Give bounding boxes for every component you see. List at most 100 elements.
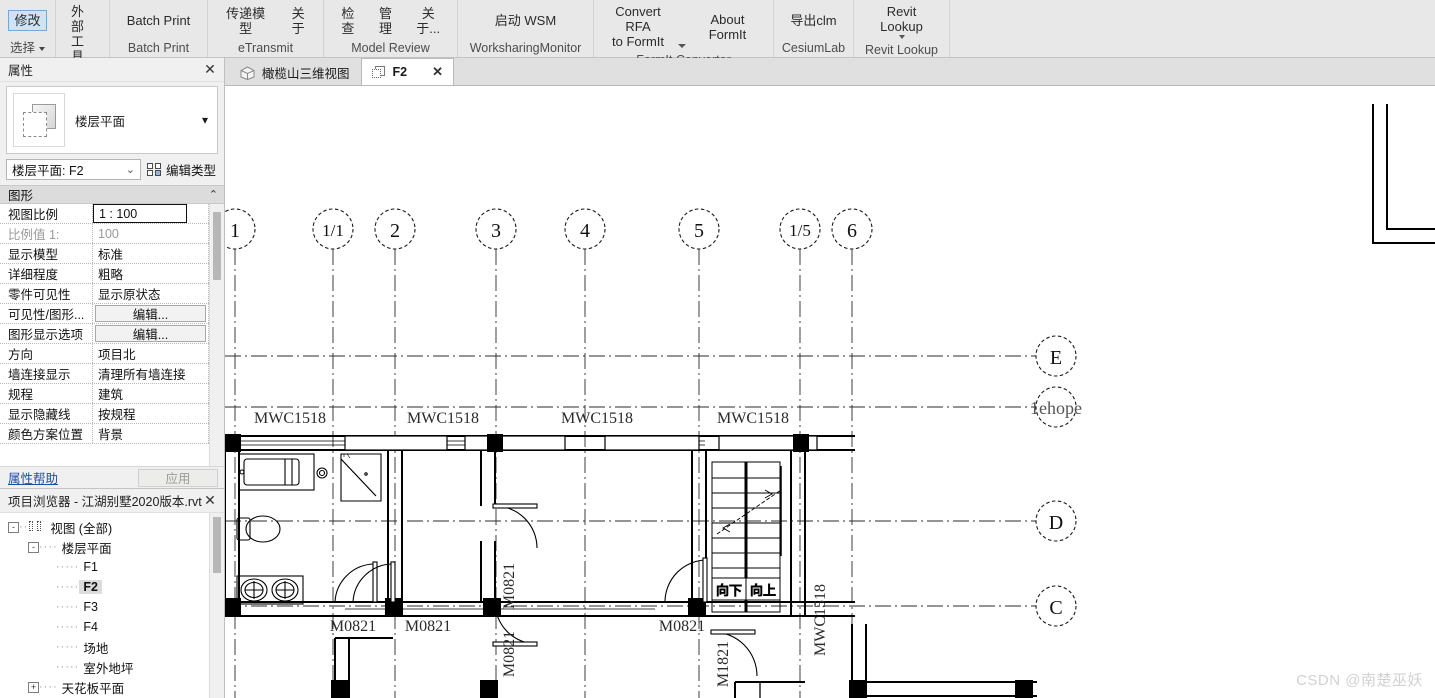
view-tab-3d[interactable]: 橄榄山三维视图 (229, 59, 361, 85)
modify-button[interactable]: 修改 (8, 10, 47, 31)
chevron-down-icon[interactable] (898, 35, 905, 39)
property-value-visibility-graphics[interactable]: 编辑... (93, 304, 209, 323)
close-icon[interactable]: ✕ (202, 492, 218, 509)
property-value-display-model[interactable]: 标准 (93, 244, 209, 263)
properties-help-link[interactable]: 属性帮助 (8, 468, 58, 487)
collapse-toggle-icon[interactable]: - (8, 521, 19, 533)
drawing-canvas[interactable]: 1 1/1 2 3 4 5 1/5 6 E 1ehope D C 向下 向上 M… (225, 86, 1435, 698)
ribbon-panel-etransmit: 传递模型 关于 eTransmit (208, 0, 324, 57)
convert-rfa-to-formit-button[interactable]: Convert RFA to FormIt (600, 1, 676, 52)
grid-bubble-4[interactable]: 4 (564, 208, 606, 250)
window-tag-mwc1518[interactable]: MWC1518 (717, 410, 789, 427)
grid-bubble-C[interactable]: C (1035, 585, 1077, 627)
view-tab-f2[interactable]: F2 ✕ (360, 58, 455, 85)
property-value-graphic-display-options[interactable]: 编辑... (93, 324, 209, 343)
tree-node-f2[interactable]: ····· F2 (0, 577, 209, 597)
collapse-toggle-icon[interactable]: - (28, 541, 39, 553)
grid-bubble-2[interactable]: 2 (374, 208, 416, 250)
door-tag-m0821[interactable]: M0821 (330, 618, 376, 635)
grid-bubble-1-5[interactable]: 1/5 (779, 208, 821, 250)
model-review-manage-label: 管理 (379, 5, 393, 36)
model-review-check-label: 检查 (341, 5, 355, 36)
structural-columns (225, 434, 1033, 698)
tree-node-f4[interactable]: ····· F4 (0, 617, 209, 637)
type-selector[interactable]: 楼层平面 ▾ (6, 86, 218, 154)
svg-text:D: D (1049, 512, 1063, 534)
door-tag-m0821-vertical[interactable]: M0821 (501, 563, 518, 609)
etransmit-about-button[interactable]: 关于 (279, 3, 317, 39)
chevron-down-icon[interactable] (677, 44, 686, 48)
panel-dropdown-caret-icon[interactable] (39, 46, 45, 51)
property-value-show-hidden-lines[interactable]: 按规程 (93, 404, 209, 423)
window-tag-mwc1518[interactable]: MWC1518 (561, 410, 633, 427)
model-review-manage-button[interactable]: 管理 (368, 3, 404, 39)
ribbon-panel-formit-converter: Convert RFA to FormIt About FormIt FormI… (594, 0, 774, 67)
revit-lookup-button[interactable]: Revit Lookup (860, 1, 943, 42)
batch-print-button[interactable]: Batch Print (121, 10, 197, 31)
transmit-model-button[interactable]: 传递模型 (214, 3, 277, 39)
properties-palette: 属性 ✕ 楼层平面 ▾ 楼层平面: F2 ⌄ 编辑类型 图形 ⌃ 视图比例 1 … (0, 58, 225, 488)
ribbon-toolbar: 修改 选择 外部 工具 外部 Batch Print (0, 0, 1435, 82)
close-icon[interactable]: ✕ (202, 61, 218, 78)
tree-node-exterior-grade[interactable]: ····· 室外地坪 (0, 657, 209, 677)
expand-toggle-icon[interactable]: + (28, 681, 39, 693)
door-tag-m1821-vertical[interactable]: M1821 (715, 641, 732, 687)
project-browser-scrollbar[interactable] (209, 513, 224, 698)
svg-text:2: 2 (390, 220, 400, 242)
property-value-orientation[interactable]: 项目北 (93, 344, 209, 363)
model-review-check-button[interactable]: 检查 (330, 3, 366, 39)
property-row: 比例值 1: 100 (0, 224, 209, 244)
project-browser-title: 项目浏览器 - 江湖别墅2020版本.rvt (8, 495, 202, 509)
close-icon[interactable]: ✕ (432, 64, 443, 80)
property-value-parts-visibility[interactable]: 显示原状态 (93, 284, 209, 303)
tree-node-f3[interactable]: ····· F3 (0, 597, 209, 617)
scrollbar-thumb[interactable] (213, 212, 221, 280)
window-tag-mwc1518[interactable]: MWC1518 (254, 410, 326, 427)
scrollbar-thumb[interactable] (213, 517, 221, 573)
tree-node-views[interactable]: - ·· 视图 (全部) (0, 517, 209, 537)
grid-bubble-D[interactable]: D (1035, 500, 1077, 542)
chevron-up-icon[interactable]: ⌃ (209, 188, 218, 201)
door-tag-m0821[interactable]: M0821 (659, 618, 705, 635)
properties-scrollbar[interactable] (209, 204, 224, 466)
csdn-watermark: CSDN @南楚巫妖 (1296, 672, 1423, 689)
property-value-view-scale[interactable]: 1 : 100 (93, 204, 209, 223)
grid-bubble-1[interactable]: 1 (225, 208, 256, 250)
grid-bubble-E[interactable]: E (1035, 335, 1077, 377)
property-key: 墙连接显示 (0, 364, 93, 383)
detached-wall-corner (1372, 104, 1435, 244)
property-key: 颜色方案位置 (0, 424, 93, 443)
svg-text:6: 6 (847, 220, 857, 242)
apply-button[interactable]: 应用 (138, 468, 218, 487)
staircase: 向下 向上 (711, 461, 782, 613)
window-tag-mwc1518-vertical[interactable]: MWC1518 (812, 584, 829, 656)
edit-type-button[interactable]: 编辑类型 (146, 160, 218, 179)
instance-type-combo[interactable]: 楼层平面: F2 ⌄ (6, 159, 141, 180)
grid-bubble-5[interactable]: 5 (678, 208, 720, 250)
property-value-wall-join-display[interactable]: 清理所有墙连接 (93, 364, 209, 383)
model-review-about-button[interactable]: 关于... (405, 3, 451, 39)
tree-node-ceiling-plans[interactable]: + ···· 天花板平面 (0, 677, 209, 697)
tree-node-floor-plans[interactable]: - ···· 楼层平面 (0, 537, 209, 557)
property-value-detail-level[interactable]: 粗略 (93, 264, 209, 283)
grid-bubble-3[interactable]: 3 (475, 208, 517, 250)
tree-node-f1[interactable]: ····· F1 (0, 557, 209, 577)
tree-node-site[interactable]: ····· 场地 (0, 637, 209, 657)
chevron-down-icon[interactable]: ▾ (199, 113, 211, 127)
ribbon-panel-title-revit-lookup: Revit Lookup (865, 43, 938, 57)
grid-bubble-1-1[interactable]: 1/1 (312, 208, 354, 250)
property-key: 可见性/图形... (0, 304, 93, 323)
svg-text:1: 1 (230, 220, 240, 242)
property-value-discipline[interactable]: 建筑 (93, 384, 209, 403)
door-tag-m0821[interactable]: M0821 (405, 618, 451, 635)
export-clm-button[interactable]: 导出clm (784, 10, 842, 31)
grid-bubble-1ehope[interactable]: 1ehope (1030, 386, 1082, 428)
graphics-group-header[interactable]: 图形 ⌃ (0, 185, 224, 204)
grid-bubble-6[interactable]: 6 (831, 208, 873, 250)
about-formit-button[interactable]: About FormIt (688, 9, 767, 45)
window-tag-mwc1518[interactable]: MWC1518 (407, 410, 479, 427)
chevron-down-icon[interactable]: ⌄ (123, 163, 138, 176)
start-wsm-button[interactable]: 启动 WSM (489, 10, 562, 31)
door-tag-m0821-vertical[interactable]: M0821 (501, 631, 518, 677)
property-value-color-scheme-location[interactable]: 背景 (93, 424, 209, 443)
